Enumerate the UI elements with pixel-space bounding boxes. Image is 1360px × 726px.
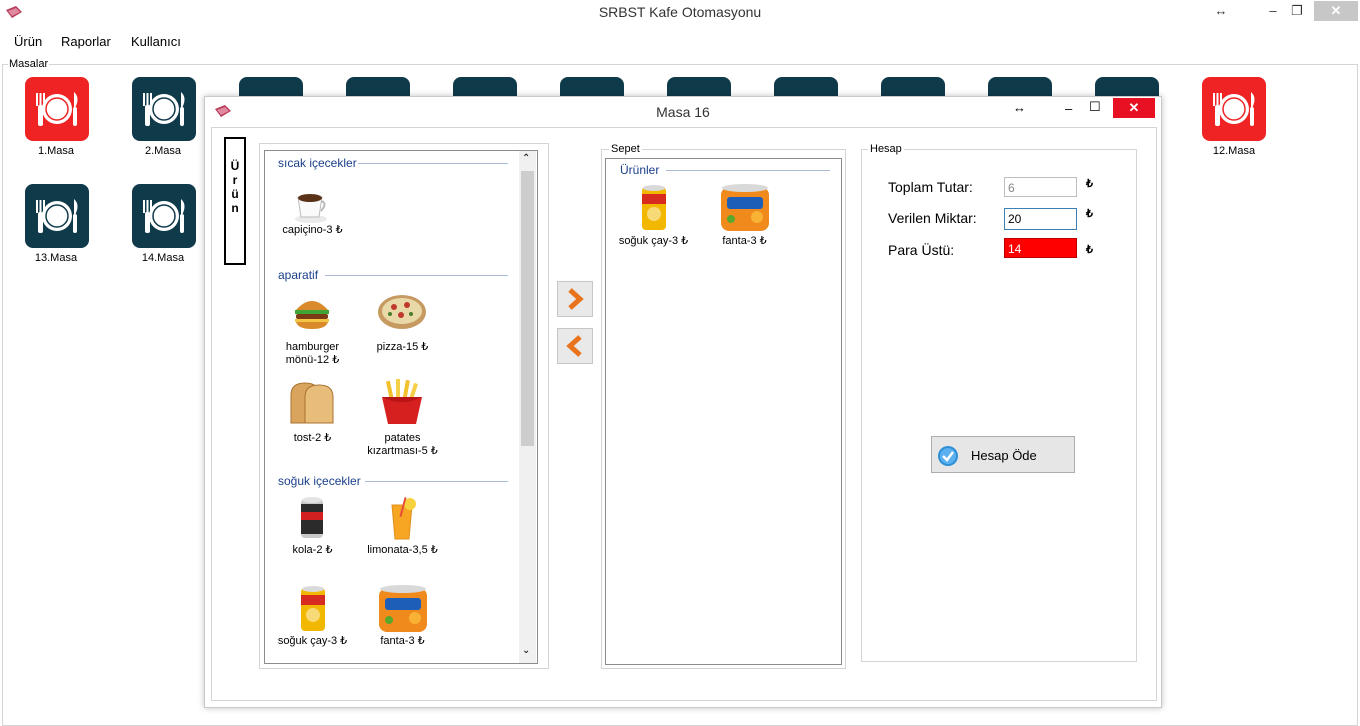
table-1-button[interactable] [25, 77, 89, 141]
remove-from-cart-button[interactable] [557, 328, 593, 364]
plate-cutlery-icon [36, 199, 78, 233]
product-item-hamburger[interactable] [292, 294, 332, 333]
cart-item-label: fanta-3 ₺ [722, 235, 767, 247]
fanta-can-icon [721, 184, 769, 231]
product-label: fanta-3 ₺ [380, 635, 425, 647]
product-scrollbar[interactable]: ⌃ ⌄ [519, 151, 536, 663]
masa-dialog: Masa 16 ↔ – ☐ ✕ Ü r ü n ⌃ ⌄ sıcak içecek… [204, 96, 1162, 708]
plate-cutlery-icon [36, 92, 78, 126]
table-12-label: 12.Masa [1212, 145, 1256, 157]
product-list: ⌃ ⌄ sıcak içecekler capiçino-3 ₺ aparati… [264, 150, 538, 664]
menu-raporlar[interactable]: Raporlar [61, 34, 111, 49]
product-label: kola-2 ₺ [292, 544, 333, 556]
table-13-button[interactable] [25, 184, 89, 248]
table-2-button[interactable] [132, 77, 196, 141]
product-label: limonata-3,5 ₺ [367, 544, 438, 556]
category-divider [325, 275, 508, 276]
product-label: patates kızartması-5 ₺ [367, 432, 438, 457]
arrow-left-icon [566, 335, 582, 357]
product-item-pizza[interactable] [377, 293, 427, 334]
category-header: soğuk içecekler [278, 474, 361, 488]
dialog-close-button[interactable]: ✕ [1113, 98, 1155, 118]
product-label: pizza-15 ₺ [376, 341, 429, 353]
pizza-icon [378, 295, 426, 329]
cart-divider [666, 170, 830, 171]
para-ustu-field[interactable]: 14 [1004, 238, 1077, 258]
cart-item-fanta[interactable] [719, 183, 771, 236]
cart-item-label: soğuk çay-3 ₺ [618, 235, 689, 247]
dialog-minimize-button[interactable]: – [1065, 101, 1072, 116]
hamburger-icon [295, 301, 329, 329]
table-13-label: 13.Masa [34, 252, 78, 264]
menu-urun[interactable]: Ürün [14, 34, 42, 49]
toplam-tutar-field[interactable]: 6 [1004, 177, 1077, 197]
arrow-right-icon [568, 288, 584, 310]
menu-bar [0, 28, 1360, 52]
verilen-miktar-input[interactable]: 20 [1004, 208, 1077, 230]
urun-toggle-button[interactable]: Ü r ü n [224, 137, 246, 265]
plate-cutlery-icon [143, 199, 185, 233]
product-label: tost-2 ₺ [293, 432, 332, 444]
product-item-soguk-cay[interactable] [299, 585, 327, 636]
fanta-can-icon [379, 585, 427, 632]
para-ustu-label: Para Üstü: [888, 242, 955, 258]
currency-symbol: ₺ [1086, 178, 1093, 190]
product-label: capiçino-3 ₺ [282, 224, 343, 236]
cart-item-soguk-cay[interactable] [640, 184, 668, 235]
cart-list[interactable]: Ürünler soğuk çay-3 ₺ fanta-3 ₺ [605, 158, 842, 665]
category-divider [358, 163, 508, 164]
menu-kullanici[interactable]: Kullanıcı [131, 34, 181, 49]
product-item-tost[interactable] [289, 381, 335, 428]
category-header: sıcak içecekler [278, 156, 357, 170]
fries-icon [382, 379, 422, 424]
sepet-legend: Sepet [609, 143, 642, 155]
cart-header: Ürünler [620, 163, 660, 177]
product-label: hamburger mönü-12 ₺ [285, 341, 340, 366]
iced-tea-can-icon [301, 586, 325, 631]
table-12-button[interactable] [1202, 77, 1266, 141]
resize-button[interactable]: ↔ [1208, 0, 1234, 22]
table-14-label: 14.Masa [141, 252, 185, 264]
toplam-tutar-label: Toplam Tutar: [888, 179, 973, 195]
table-14-button[interactable] [132, 184, 196, 248]
plate-cutlery-icon [143, 92, 185, 126]
product-item-capicino[interactable] [293, 189, 329, 228]
product-item-kola[interactable] [299, 496, 325, 543]
plate-cutlery-icon [1213, 92, 1255, 126]
product-label: soğuk çay-3 ₺ [277, 635, 348, 647]
cola-can-icon [301, 497, 323, 538]
add-to-cart-button[interactable] [557, 281, 593, 317]
close-button[interactable]: ✕ [1314, 1, 1358, 21]
window-title: SRBST Kafe Otomasyonu [598, 4, 762, 20]
hesap-ode-label: Hesap Öde [971, 448, 1037, 463]
dialog-maximize-button[interactable]: ☐ [1089, 99, 1101, 115]
category-header: aparatif [278, 268, 319, 282]
scroll-thumb[interactable] [521, 171, 534, 446]
hesap-ode-button[interactable]: Hesap Öde [931, 436, 1075, 473]
iced-tea-can-icon [642, 185, 666, 230]
toast-icon [290, 382, 334, 424]
table-1-label: 1.Masa [37, 145, 75, 157]
category-divider [365, 481, 508, 482]
scroll-down-icon[interactable]: ⌄ [522, 645, 530, 656]
product-item-patates[interactable] [380, 379, 424, 428]
restore-button[interactable]: ❐ [1284, 0, 1310, 22]
dialog-resize-button[interactable]: ↔ [1013, 100, 1026, 115]
lemonade-icon [391, 497, 416, 540]
currency-symbol: ₺ [1086, 208, 1093, 220]
masalar-legend: Masalar [8, 58, 50, 70]
table-2-label: 2.Masa [144, 145, 182, 157]
hesap-legend: Hesap [868, 143, 904, 155]
check-circle-icon [938, 446, 958, 466]
scroll-up-icon[interactable]: ⌃ [522, 153, 530, 164]
product-item-limonata[interactable] [388, 497, 416, 544]
product-item-fanta[interactable] [377, 584, 429, 637]
coffee-cup-icon [295, 194, 327, 223]
verilen-miktar-label: Verilen Miktar: [888, 210, 977, 226]
currency-symbol: ₺ [1086, 244, 1093, 256]
